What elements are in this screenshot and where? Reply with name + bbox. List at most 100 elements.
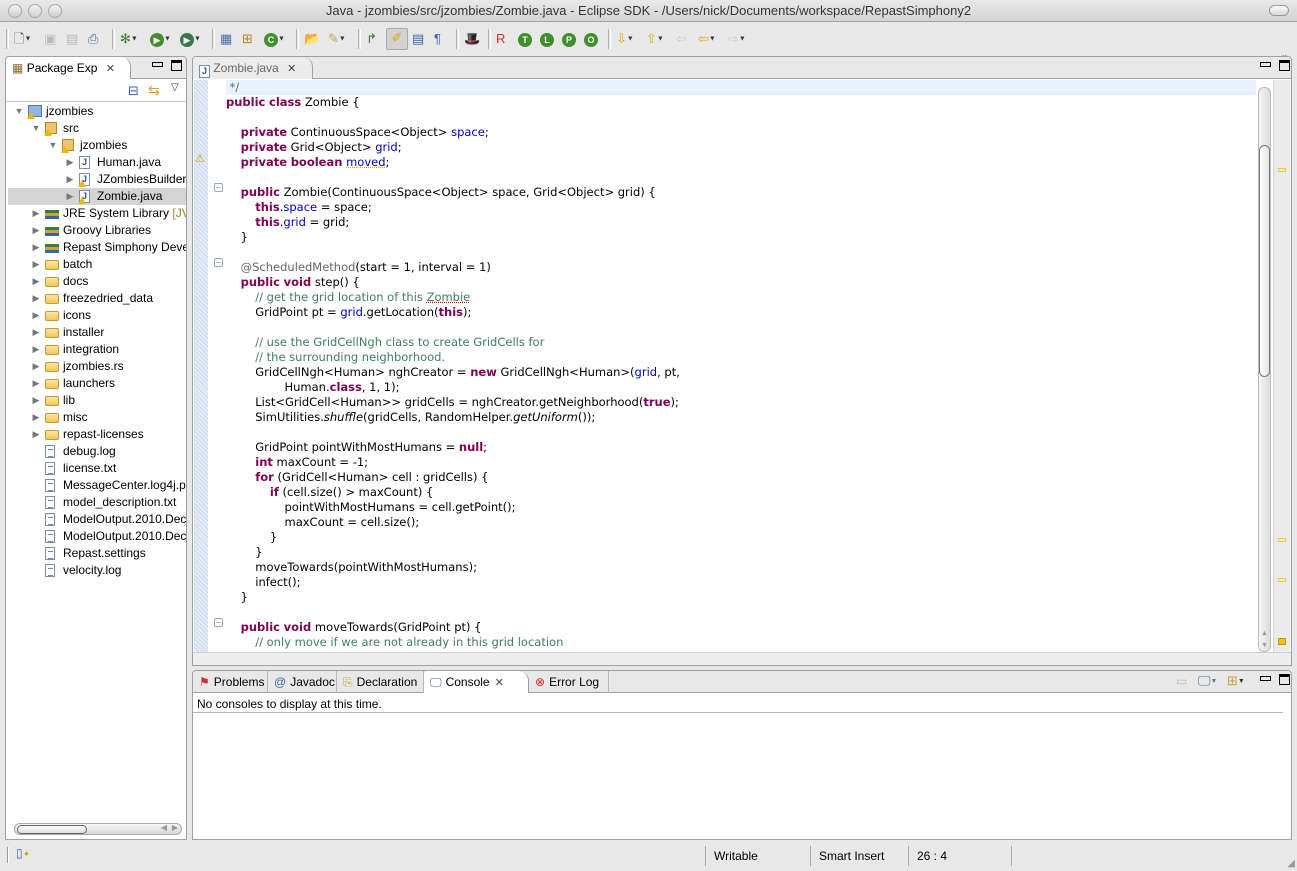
open-type-button[interactable]: 📂: [304, 30, 320, 48]
back-button[interactable]: ⇦▼: [698, 30, 716, 48]
tree-item[interactable]: ▶ J Human.java: [8, 154, 186, 171]
resize-grip-icon[interactable]: ◢: [1287, 858, 1295, 869]
new-repast-button[interactable]: R: [496, 30, 505, 48]
tree-item[interactable]: ▶ icons: [8, 307, 186, 324]
open-groovy-type-button[interactable]: ↱: [366, 30, 377, 48]
warning-marker[interactable]: [1278, 538, 1286, 542]
new-p-button[interactable]: P: [562, 30, 576, 48]
scroll-up-icon[interactable]: ▲: [1261, 630, 1268, 637]
tree-item[interactable]: ModelOutput.2010.Dec: [8, 511, 186, 528]
collapsed-twisty-icon[interactable]: ▶: [31, 409, 41, 426]
toolbar-toggle-button[interactable]: [1269, 5, 1289, 16]
editor-horizontal-scrollbar[interactable]: [193, 652, 1291, 665]
fold-toggle[interactable]: −: [214, 618, 223, 627]
tab-error-log[interactable]: ⊗ Error Log: [529, 671, 609, 693]
last-edit-location-button[interactable]: ⇦: [676, 30, 687, 48]
tree-item[interactable]: ▶ launchers: [8, 375, 186, 392]
tree-item[interactable]: Repast.settings: [8, 545, 186, 562]
forward-button[interactable]: ⇨▼: [728, 30, 746, 48]
minimize-window-button[interactable]: [28, 4, 42, 18]
expanded-twisty-icon[interactable]: ▼: [48, 137, 58, 154]
collapsed-twisty-icon[interactable]: ▶: [31, 392, 41, 409]
tree-item[interactable]: ▶ J Zombie.java: [8, 188, 186, 205]
toggle-mark-occurrences-button[interactable]: ✐: [386, 28, 408, 50]
tree-item[interactable]: ▼ jzombies: [8, 137, 186, 154]
collapsed-twisty-icon[interactable]: ▶: [31, 324, 41, 341]
print-button[interactable]: ⎙: [88, 30, 98, 48]
tab-zombie-java[interactable]: J Zombie.java ✕: [193, 57, 313, 79]
fold-toggle[interactable]: −: [214, 183, 223, 192]
scroll-down-icon[interactable]: ▼: [1261, 642, 1268, 649]
tree-item[interactable]: ▶ jzombies.rs: [8, 358, 186, 375]
collapse-all-button[interactable]: ⊟: [128, 83, 139, 99]
new-t-button[interactable]: T: [518, 30, 532, 48]
expanded-twisty-icon[interactable]: ▼: [31, 120, 41, 137]
tab-console[interactable]: 🖵 Console ✕: [424, 671, 529, 693]
minimize-editor-button[interactable]: [1260, 62, 1271, 67]
external-tools-button[interactable]: ▶ ▼: [180, 30, 201, 48]
run-button[interactable]: ▶ ▼: [150, 30, 171, 48]
expanded-twisty-icon[interactable]: ▼: [14, 103, 24, 120]
maximize-console-button[interactable]: [1279, 674, 1290, 685]
save-all-button[interactable]: ▤: [66, 30, 78, 48]
close-window-button[interactable]: [8, 4, 22, 18]
fold-toggle[interactable]: −: [214, 258, 223, 267]
display-console-button[interactable]: 🖵▼: [1198, 673, 1217, 689]
tree-item[interactable]: ModelOutput.2010.Dec: [8, 528, 186, 545]
show-whitespace-button[interactable]: ¶: [434, 30, 441, 48]
tree-item[interactable]: ▶ JRE System Library [JVM: [8, 205, 186, 222]
collapsed-twisty-icon[interactable]: ▶: [31, 307, 41, 324]
tree-item[interactable]: license.txt: [8, 460, 186, 477]
tree-item[interactable]: ▶ docs: [8, 273, 186, 290]
scrollbar-thumb[interactable]: [1259, 145, 1270, 377]
tree-item[interactable]: ▶ freezedried_data: [8, 290, 186, 307]
collapsed-twisty-icon[interactable]: ▶: [31, 239, 41, 256]
minimize-view-button[interactable]: [152, 62, 163, 67]
previous-annotation-button[interactable]: ⇧▼: [646, 30, 664, 48]
tree-item[interactable]: ▶ batch: [8, 256, 186, 273]
warning-lightbulb-icon[interactable]: ⚠: [195, 152, 205, 165]
close-icon[interactable]: ✕: [495, 677, 504, 689]
collapsed-twisty-icon[interactable]: ▶: [31, 290, 41, 307]
new-java-project-button[interactable]: ▦: [220, 30, 232, 48]
fast-view-button[interactable]: ▯✦: [16, 846, 30, 860]
close-icon[interactable]: ✕: [106, 63, 115, 75]
new-wizard-button[interactable]: 🗋▼: [14, 30, 31, 48]
tree-item[interactable]: ▶ Groovy Libraries: [8, 222, 186, 239]
scroll-left-icon[interactable]: ◀: [161, 823, 167, 832]
collapsed-twisty-icon[interactable]: ▶: [65, 154, 75, 171]
collapsed-twisty-icon[interactable]: ▶: [31, 273, 41, 290]
new-class-button[interactable]: C ▼: [264, 30, 285, 48]
view-menu-button[interactable]: ▽: [171, 82, 179, 93]
close-icon[interactable]: ✕: [287, 63, 296, 75]
tree-item[interactable]: ▼ src: [8, 120, 186, 137]
tree-item[interactable]: debug.log: [8, 443, 186, 460]
maximize-editor-button[interactable]: [1279, 60, 1290, 71]
open-console-button[interactable]: ⊞▼: [1227, 673, 1245, 689]
collapsed-twisty-icon[interactable]: ▶: [31, 358, 41, 375]
tab-declaration[interactable]: ⎘ Declaration: [337, 671, 424, 693]
tab-problems[interactable]: ⚑ Problems: [193, 671, 268, 693]
collapsed-twisty-icon[interactable]: ▶: [65, 171, 75, 188]
minimize-console-button[interactable]: [1260, 676, 1271, 681]
debug-button[interactable]: ✻▼: [120, 30, 138, 48]
collapsed-twisty-icon[interactable]: ▶: [31, 426, 41, 443]
code-editor[interactable]: */public class Zombie { private Continuo…: [226, 80, 1256, 652]
tree-item[interactable]: ▶ Repast Simphony Devel: [8, 239, 186, 256]
zoom-window-button[interactable]: [48, 4, 62, 18]
tree-item[interactable]: ▶ lib: [8, 392, 186, 409]
tab-package-explorer[interactable]: ▦ Package Exp ✕: [6, 57, 131, 79]
collapsed-twisty-icon[interactable]: ▶: [31, 341, 41, 358]
pin-console-button[interactable]: ▭: [1176, 674, 1187, 688]
block-selection-button[interactable]: ▤: [412, 30, 424, 48]
link-with-editor-button[interactable]: ⇆: [148, 82, 160, 99]
overview-status-marker[interactable]: [1278, 638, 1286, 645]
tree-item[interactable]: ▶ installer: [8, 324, 186, 341]
warning-marker[interactable]: [1278, 168, 1286, 172]
collapsed-twisty-icon[interactable]: ▶: [65, 188, 75, 205]
scroll-right-icon[interactable]: ▶: [172, 823, 178, 832]
warning-marker[interactable]: [1278, 578, 1286, 582]
scrollbar-thumb[interactable]: [17, 825, 87, 834]
search-button[interactable]: ✎▼: [328, 30, 346, 48]
tree-item[interactable]: ▶ misc: [8, 409, 186, 426]
